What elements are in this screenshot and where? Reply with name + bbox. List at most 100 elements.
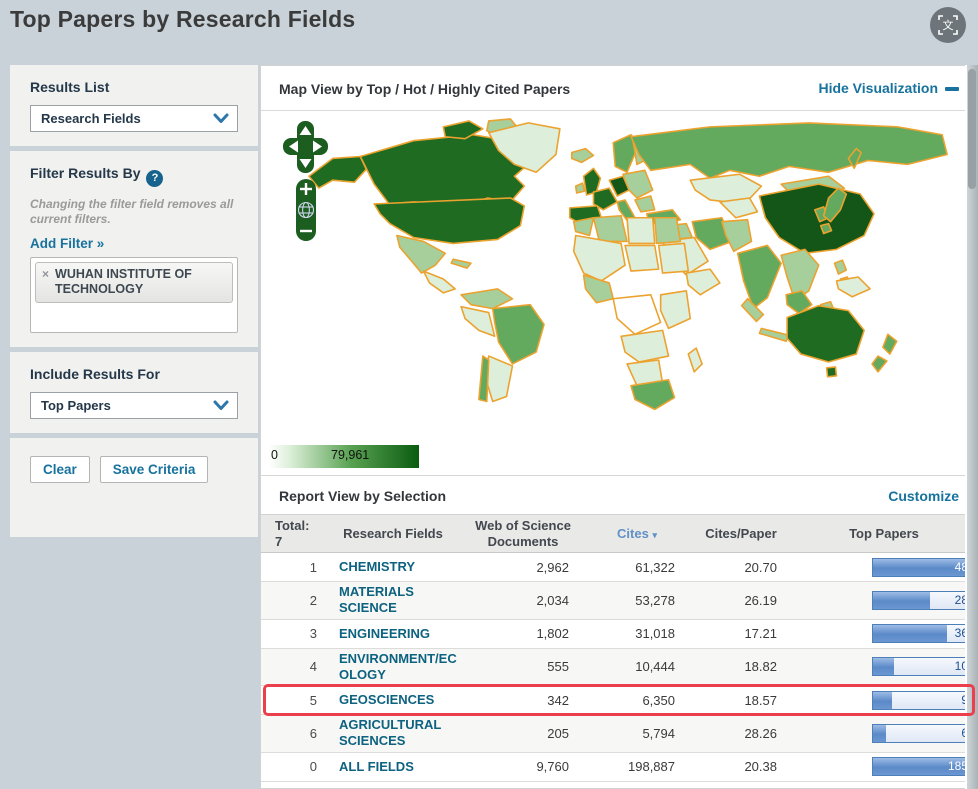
- table-row: 2 MATERIALS SCIENCE 2,034 53,278 26.19 28: [261, 582, 977, 620]
- country-chile: [478, 355, 490, 403]
- table-row: 6 AGRICULTURAL SCIENCES 205 5,794 28.26 6: [261, 715, 977, 753]
- filter-note: Changing the filter field removes all cu…: [30, 196, 234, 226]
- include-results-section: Include Results For Top Papers: [10, 351, 258, 433]
- cites-cell: 5,794: [642, 725, 675, 741]
- table-body: 1 CHEMISTRY 2,962 61,322 20.70 48 2 MATERIALS S…: [261, 553, 977, 782]
- rank-cell: 6: [309, 725, 317, 741]
- include-results-dropdown[interactable]: Top Papers: [30, 391, 238, 419]
- documents-cell: 342: [547, 692, 569, 708]
- country-colombia-venezuela: [460, 288, 514, 310]
- save-criteria-button[interactable]: Save Criteria: [99, 455, 209, 483]
- country-new-zealand-north: [882, 333, 898, 355]
- map-controls[interactable]: [283, 121, 329, 251]
- minus-icon: [945, 87, 959, 91]
- include-results-selected-value: Top Papers: [41, 397, 111, 413]
- report-view-header: Report View by Selection Customize: [261, 475, 977, 514]
- top-papers-cell: 9: [791, 690, 977, 710]
- results-list-dropdown[interactable]: Research Fields: [30, 105, 238, 132]
- hide-visualization[interactable]: Hide Visualization: [818, 80, 959, 98]
- field-cell: CHEMISTRY: [323, 559, 463, 575]
- country-angola-zambia: [620, 329, 670, 363]
- rank-cell: 4: [309, 659, 317, 675]
- results-list-heading: Results List: [30, 79, 110, 95]
- remove-filter-icon[interactable]: ×: [42, 267, 49, 298]
- total-header: Total: 7: [261, 518, 323, 549]
- cites-cell: 61,322: [635, 559, 675, 575]
- central-america: [422, 270, 456, 294]
- country-india: [736, 244, 782, 310]
- rank-cell: 0: [309, 759, 317, 775]
- documents-cell: 205: [547, 725, 569, 741]
- cites-per-paper-cell: 18.82: [744, 659, 777, 675]
- content: Results List Research Fields Filter Resu…: [0, 65, 978, 789]
- world-map[interactable]: [261, 111, 977, 443]
- country-new-zealand-south: [871, 355, 888, 373]
- top-papers-bar: 6: [872, 723, 973, 743]
- hide-visualization-link[interactable]: Hide Visualization: [818, 80, 938, 96]
- country-madagascar: [687, 347, 703, 373]
- filter-tag: × WUHAN INSTITUTE OF TECHNOLOGY: [35, 261, 233, 303]
- include-results-heading: Include Results For: [30, 365, 160, 382]
- congo-basin: [612, 294, 662, 336]
- scrollbar-thumb[interactable]: [968, 69, 976, 189]
- legend-min: 0: [271, 448, 278, 462]
- table-header-row: Total: 7 Research Fields Web of Science …: [261, 514, 977, 554]
- top-papers-cell: 185: [791, 757, 977, 777]
- research-field-link[interactable]: AGRICULTURAL SCIENCES: [339, 717, 463, 750]
- main-panel: Map View by Top / Hot / Highly Cited Pap…: [260, 65, 978, 789]
- research-field-link[interactable]: CHEMISTRY: [339, 559, 415, 575]
- top-papers-bar: 28: [872, 590, 973, 610]
- add-filter-link[interactable]: Add Filter »: [30, 236, 104, 251]
- country-east-europe: [622, 169, 654, 199]
- bar-fill: [873, 591, 931, 609]
- bar-fill: [873, 724, 886, 742]
- choropleth-map[interactable]: [295, 115, 967, 441]
- rank-cell: 1: [309, 559, 317, 575]
- column-header-top-papers[interactable]: Top Papers: [791, 526, 977, 542]
- chevron-down-icon: [213, 400, 229, 410]
- research-field-link[interactable]: ENVIRONMENT/ECOLOGY: [339, 651, 463, 684]
- field-cell: GEOSCIENCES: [323, 692, 463, 708]
- documents-cell: 1,802: [536, 626, 569, 642]
- field-cell: ALL FIELDS: [323, 759, 463, 775]
- column-header-documents[interactable]: Web of Science Documents: [463, 518, 583, 549]
- west-africa: [572, 234, 626, 282]
- map-legend-row: 0 79,961: [261, 443, 977, 475]
- map-view-header: Map View by Top / Hot / Highly Cited Pap…: [261, 66, 977, 111]
- translate-icon[interactable]: 文: [930, 7, 966, 43]
- top-papers-cell: 36: [791, 624, 977, 644]
- filter-section: Filter Results By? Changing the filter f…: [10, 151, 258, 347]
- page-title: Top Papers by Research Fields: [10, 6, 356, 32]
- column-header-research-fields[interactable]: Research Fields: [323, 526, 463, 542]
- cites-cell: 10,444: [635, 659, 675, 675]
- country-russia: [630, 122, 948, 180]
- top-papers-bar: 185: [872, 757, 973, 777]
- country-nigeria: [582, 274, 615, 304]
- results-list-section: Results List Research Fields: [10, 65, 258, 146]
- column-header-cites[interactable]: Cites ▾: [583, 526, 691, 542]
- help-icon[interactable]: ?: [146, 169, 164, 187]
- top-papers-cell: 6: [791, 723, 977, 743]
- rank-cell: 2: [309, 592, 317, 608]
- research-field-link[interactable]: ENGINEERING: [339, 626, 430, 642]
- customize-link[interactable]: Customize: [888, 488, 959, 504]
- research-field-link[interactable]: GEOSCIENCES: [339, 692, 434, 708]
- results-table: Total: 7 Research Fields Web of Science …: [261, 514, 977, 782]
- country-brazil: [491, 303, 545, 365]
- documents-cell: 2,962: [536, 559, 569, 575]
- column-header-cites-per-paper[interactable]: Cites/Paper: [691, 526, 791, 542]
- total-value: 7: [275, 533, 283, 549]
- cites-per-paper-cell: 26.19: [744, 592, 777, 608]
- page-header: Top Papers by Research Fields 文: [0, 0, 978, 65]
- top-papers-bar: 9: [872, 690, 973, 710]
- top-papers-cell: 48: [791, 557, 977, 577]
- research-field-link[interactable]: MATERIALS SCIENCE: [339, 584, 463, 617]
- scrollbar[interactable]: [965, 65, 978, 789]
- clear-button[interactable]: Clear: [30, 455, 90, 483]
- documents-cell: 555: [547, 659, 569, 675]
- country-iceland: [570, 147, 595, 164]
- top-papers-bar: 10: [872, 657, 973, 677]
- cites-per-paper-cell: 28.26: [744, 725, 777, 741]
- cites-sort-label: Cites: [617, 525, 649, 541]
- research-field-link[interactable]: ALL FIELDS: [339, 759, 414, 775]
